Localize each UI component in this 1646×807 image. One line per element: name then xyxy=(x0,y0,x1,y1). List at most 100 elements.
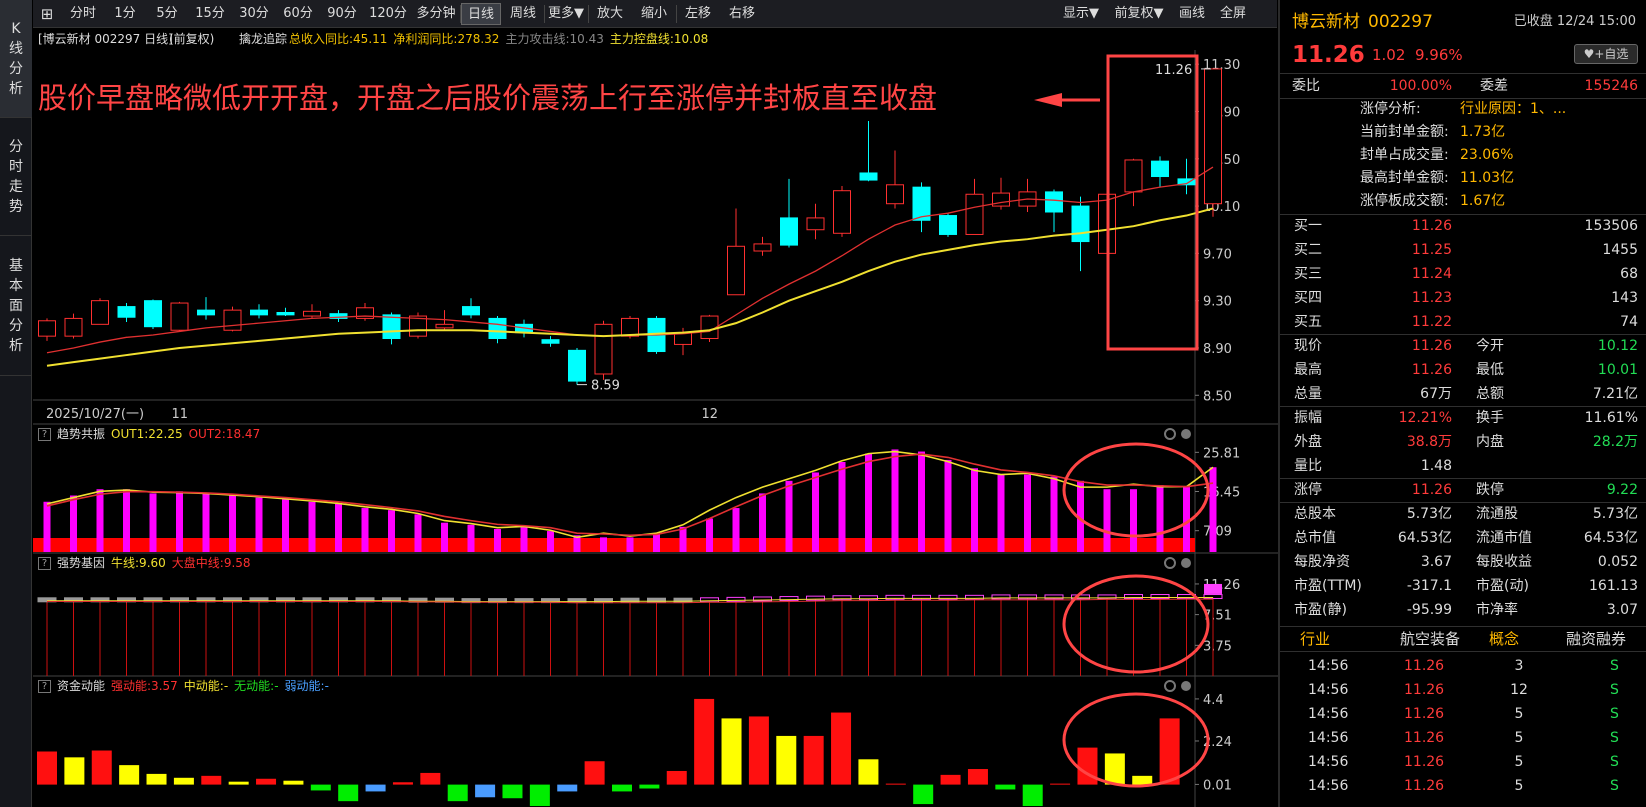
momentum-bar xyxy=(967,769,988,785)
tick-price: 11.26 xyxy=(1404,658,1445,674)
kline-chart[interactable]: 股价早盘略微低开开盘，开盘之后股价震荡上行至涨停并封板直至收盘 11.3010.… xyxy=(0,0,1278,807)
candle-body xyxy=(276,312,295,316)
momentum-bar xyxy=(885,783,906,785)
trend-bar xyxy=(123,489,130,552)
stat-value: -95.99 xyxy=(1406,602,1452,618)
trend-bar xyxy=(255,497,263,552)
candle-body xyxy=(435,323,454,329)
trend-bar xyxy=(706,518,713,552)
momentum-bar xyxy=(584,761,605,785)
stat-value: -317.1 xyxy=(1406,578,1452,594)
close-icon[interactable] xyxy=(1181,558,1191,568)
stat-label: 内盘 xyxy=(1476,434,1504,450)
close-icon[interactable] xyxy=(1181,429,1191,439)
concept-button[interactable]: 概念 xyxy=(1489,627,1519,651)
stat-value: 67万 xyxy=(1420,386,1452,402)
momentum-bar xyxy=(119,765,140,785)
limit-info-row: 最高封单金额: 11.03亿 xyxy=(1280,167,1646,190)
tick-row: 14:56 11.26 12 S xyxy=(1280,678,1646,702)
trend-bar xyxy=(653,533,660,552)
bid-row[interactable]: 买一 11.26 153506 xyxy=(1280,214,1646,238)
gear-icon[interactable] xyxy=(1164,557,1176,569)
stat-row: 最高 11.26 最低 10.01 xyxy=(1280,358,1646,382)
momentum-bar xyxy=(146,773,167,785)
momentum-bar xyxy=(64,757,85,785)
trend-bar xyxy=(971,468,978,552)
stat-label: 现价 xyxy=(1294,338,1322,354)
trend-bar xyxy=(282,499,289,552)
tick-price: 11.26 xyxy=(1404,754,1445,770)
stat-label: 总股本 xyxy=(1294,506,1336,522)
tick-side: S xyxy=(1610,682,1619,698)
stat-value: 0.052 xyxy=(1597,554,1638,570)
bid-volume: 143 xyxy=(1611,290,1638,306)
candle-body xyxy=(223,309,242,331)
gear-icon[interactable] xyxy=(1164,428,1176,440)
momentum-bar xyxy=(529,784,550,807)
momentum-bar xyxy=(338,784,359,802)
bid-volume: 68 xyxy=(1620,266,1638,282)
trend-bar xyxy=(149,493,157,552)
tick-side: S xyxy=(1610,730,1619,746)
momentum-bar xyxy=(447,784,468,802)
tick-price: 11.26 xyxy=(1404,682,1445,698)
y-tick-label: 8.50 xyxy=(1203,389,1232,404)
stat-label: 市盈(动) xyxy=(1476,578,1529,594)
heart-icon: ♥ xyxy=(1583,47,1595,61)
momentum-bar xyxy=(392,782,413,785)
trend-bar xyxy=(96,489,104,552)
low-price-label: 8.59 xyxy=(591,379,620,394)
add-watchlist-button[interactable]: ♥+自选 xyxy=(1574,44,1638,64)
trend-bar xyxy=(891,449,899,552)
stat-label: 最高 xyxy=(1294,362,1322,378)
stat-value: 3.67 xyxy=(1420,554,1452,570)
trend-bar xyxy=(1050,476,1058,552)
bid-row[interactable]: 买五 11.22 74 xyxy=(1280,310,1646,334)
limit-info-value[interactable]: 行业原因：1、... xyxy=(1460,98,1566,121)
tick-volume: 12 xyxy=(1510,682,1528,698)
x-axis-label: 11 xyxy=(172,407,189,422)
limit-info-value: 1.67亿 xyxy=(1460,193,1506,209)
bid-row[interactable]: 买二 11.25 1455 xyxy=(1280,238,1646,262)
tick-time: 14:56 xyxy=(1308,730,1349,746)
stat-value: 11.26 xyxy=(1411,482,1452,498)
bid-label: 买二 xyxy=(1294,242,1322,258)
tick-row: 14:56 11.26 5 S xyxy=(1280,750,1646,774)
momentum-bar xyxy=(666,770,687,785)
candle-body xyxy=(1045,191,1063,213)
stat-label: 总市值 xyxy=(1294,530,1336,546)
momentum-bar xyxy=(639,784,660,789)
tick-side: S xyxy=(1610,658,1619,674)
tick-row: 14:56 11.26 5 S xyxy=(1280,726,1646,750)
industry-value[interactable]: 航空装备 xyxy=(1400,627,1460,651)
y-tick-label: 8.90 xyxy=(1203,342,1232,357)
limit-info-value: 1.73亿 xyxy=(1460,124,1506,140)
candle-body xyxy=(303,310,321,317)
limit-info-value: 23.06% xyxy=(1460,147,1514,163)
gear-icon[interactable] xyxy=(1164,680,1176,692)
bid-row[interactable]: 买三 11.24 68 xyxy=(1280,262,1646,286)
stat-value: 161.13 xyxy=(1589,578,1638,594)
momentum-bar xyxy=(557,784,578,792)
limit-info-row: 涨停板成交额: 1.67亿 xyxy=(1280,190,1646,213)
stat-row: 量比 1.48 xyxy=(1280,454,1646,478)
bid-row[interactable]: 买四 11.23 143 xyxy=(1280,286,1646,310)
close-icon[interactable] xyxy=(1181,681,1191,691)
tick-side: S xyxy=(1610,754,1619,770)
momentum-bar xyxy=(1022,784,1043,807)
candle-body xyxy=(965,193,984,235)
candle-body xyxy=(833,190,851,234)
stock-code: 002297 xyxy=(1368,12,1433,32)
momentum-bar xyxy=(1050,783,1071,785)
trend-bar xyxy=(361,508,369,552)
momentum-bar xyxy=(748,716,769,785)
trend-bar xyxy=(812,472,819,552)
momentum-bar xyxy=(803,735,824,785)
margin-trading-button[interactable]: 融资融券 xyxy=(1566,627,1626,651)
trend-bar xyxy=(838,462,846,552)
bid-volume: 74 xyxy=(1620,314,1638,330)
trend-bar xyxy=(600,537,607,552)
candle-body xyxy=(1071,205,1090,243)
stat-label: 市盈(静) xyxy=(1294,602,1347,618)
trend-bar xyxy=(997,474,1005,552)
